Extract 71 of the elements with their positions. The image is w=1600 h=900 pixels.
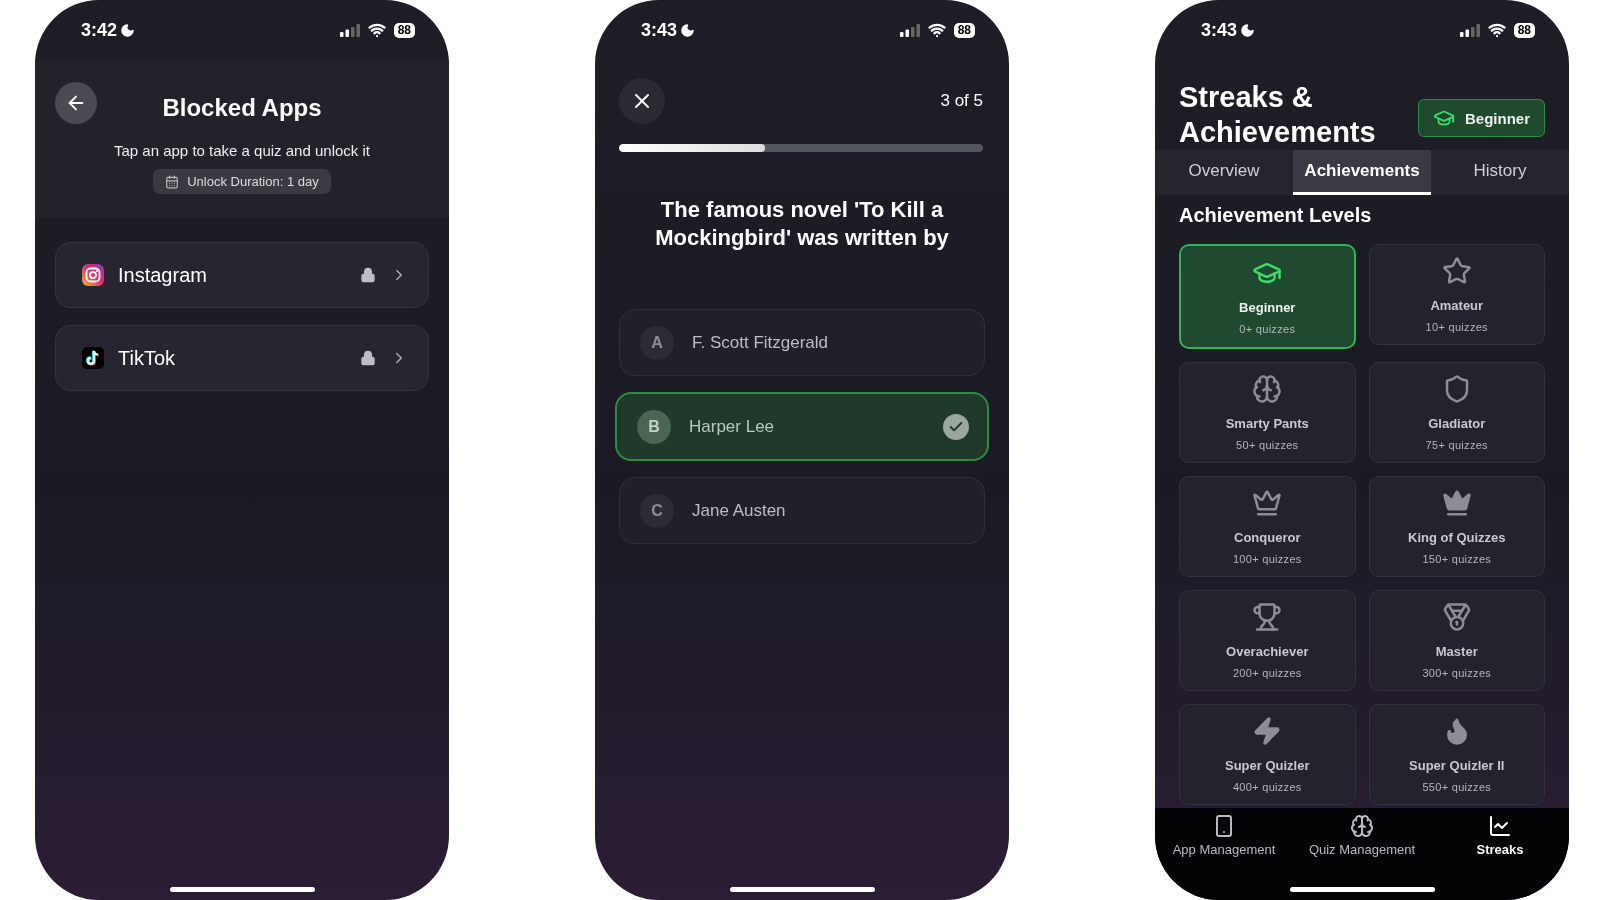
section-title: Achievement Levels: [1179, 204, 1373, 227]
close-button[interactable]: [619, 78, 665, 124]
trophy-icon: [1252, 602, 1283, 632]
achievement-requirement: 400+ quizzes: [1232, 781, 1302, 793]
camera-app-icon: [82, 264, 104, 286]
wifi-icon: [927, 21, 946, 39]
question-counter: 3 of 5: [940, 91, 983, 111]
achievement-name: King of Quizzes: [1408, 530, 1506, 545]
signal-icon: [899, 23, 920, 37]
achievement-name: Amateur: [1430, 298, 1484, 313]
achievement-name: Super Quizler II: [1409, 758, 1505, 773]
tab-bar-item[interactable]: App Management: [1155, 814, 1293, 862]
brain-icon: [1252, 374, 1283, 404]
tab[interactable]: Overview: [1155, 150, 1293, 195]
answer-option[interactable]: C Jane Austen: [619, 477, 985, 544]
answer-option[interactable]: B Harper Lee: [615, 392, 989, 461]
line-chart-icon: [1488, 814, 1512, 838]
achievement-name: Conqueror: [1234, 530, 1301, 545]
achievement-name: Gladiator: [1428, 416, 1486, 431]
crown-icon: [1252, 488, 1283, 518]
option-letter: C: [640, 493, 674, 528]
wifi-icon: [367, 21, 386, 39]
tab-bar-item[interactable]: Quiz Management: [1293, 814, 1431, 862]
back-button[interactable]: [55, 82, 97, 124]
check-icon: [943, 413, 969, 440]
battery-indicator: 88: [953, 22, 975, 38]
answer-option[interactable]: A F. Scott Fitzgerald: [619, 309, 985, 376]
achievement-requirement: 50+ quizzes: [1236, 439, 1299, 451]
achievement-requirement: 200+ quizzes: [1232, 667, 1302, 679]
brain-icon: [1350, 814, 1374, 838]
subtitle: Tap an app to take a quiz and unlock it: [114, 142, 370, 159]
achievement-name: Master: [1435, 644, 1478, 659]
achievement-requirement: 75+ quizzes: [1425, 439, 1488, 451]
unlock-duration-pill: Unlock Duration: 1 day: [153, 169, 331, 194]
question-text: The famous novel 'To Kill a Mockingbird' was written by: [654, 196, 950, 252]
crown-icon: [1441, 488, 1472, 518]
moon-icon: [120, 22, 136, 38]
status-time: 3:42: [81, 19, 118, 41]
status-time: 3:43: [641, 19, 678, 41]
achievement-requirement: 0+ quizzes: [1239, 323, 1296, 335]
battery-indicator: 88: [393, 22, 415, 38]
tab[interactable]: Achievements: [1293, 150, 1431, 195]
achievement-requirement: 300+ quizzes: [1422, 667, 1492, 679]
signal-icon: [339, 23, 360, 37]
screen-title: Blocked Apps: [162, 94, 322, 122]
wifi-icon: [1487, 21, 1506, 39]
music-note-app-icon: [82, 347, 104, 369]
option-letter: B: [637, 409, 671, 444]
medal-icon: [1441, 602, 1472, 632]
achievement-name: Overachiever: [1226, 644, 1309, 659]
achievement-requirement: 550+ quizzes: [1422, 781, 1492, 793]
achievement-name: Smarty Pants: [1225, 416, 1309, 431]
battery-indicator: 88: [1513, 22, 1535, 38]
achievement-name: Super Quizler: [1225, 758, 1310, 773]
achievement-requirement: 10+ quizzes: [1425, 321, 1488, 333]
calendar-icon: [165, 174, 180, 189]
achievement-name: Beginner: [1239, 300, 1296, 315]
tab-bar-item[interactable]: Streaks: [1431, 814, 1569, 862]
achievement-requirement: 100+ quizzes: [1232, 553, 1302, 565]
level-badge: Beginner: [1418, 99, 1545, 137]
status-time: 3:43: [1201, 19, 1238, 41]
tab[interactable]: History: [1431, 150, 1569, 195]
achievement-requirement: 150+ quizzes: [1422, 553, 1492, 565]
moon-icon: [1240, 22, 1256, 38]
star-icon: [1441, 256, 1472, 286]
signal-icon: [1459, 23, 1480, 37]
option-letter: A: [640, 325, 674, 360]
app-row[interactable]: TikTok: [55, 325, 429, 391]
screen-title: Streaks & Achievements: [1179, 80, 1377, 150]
app-row[interactable]: Instagram: [55, 242, 429, 308]
moon-icon: [680, 22, 696, 38]
